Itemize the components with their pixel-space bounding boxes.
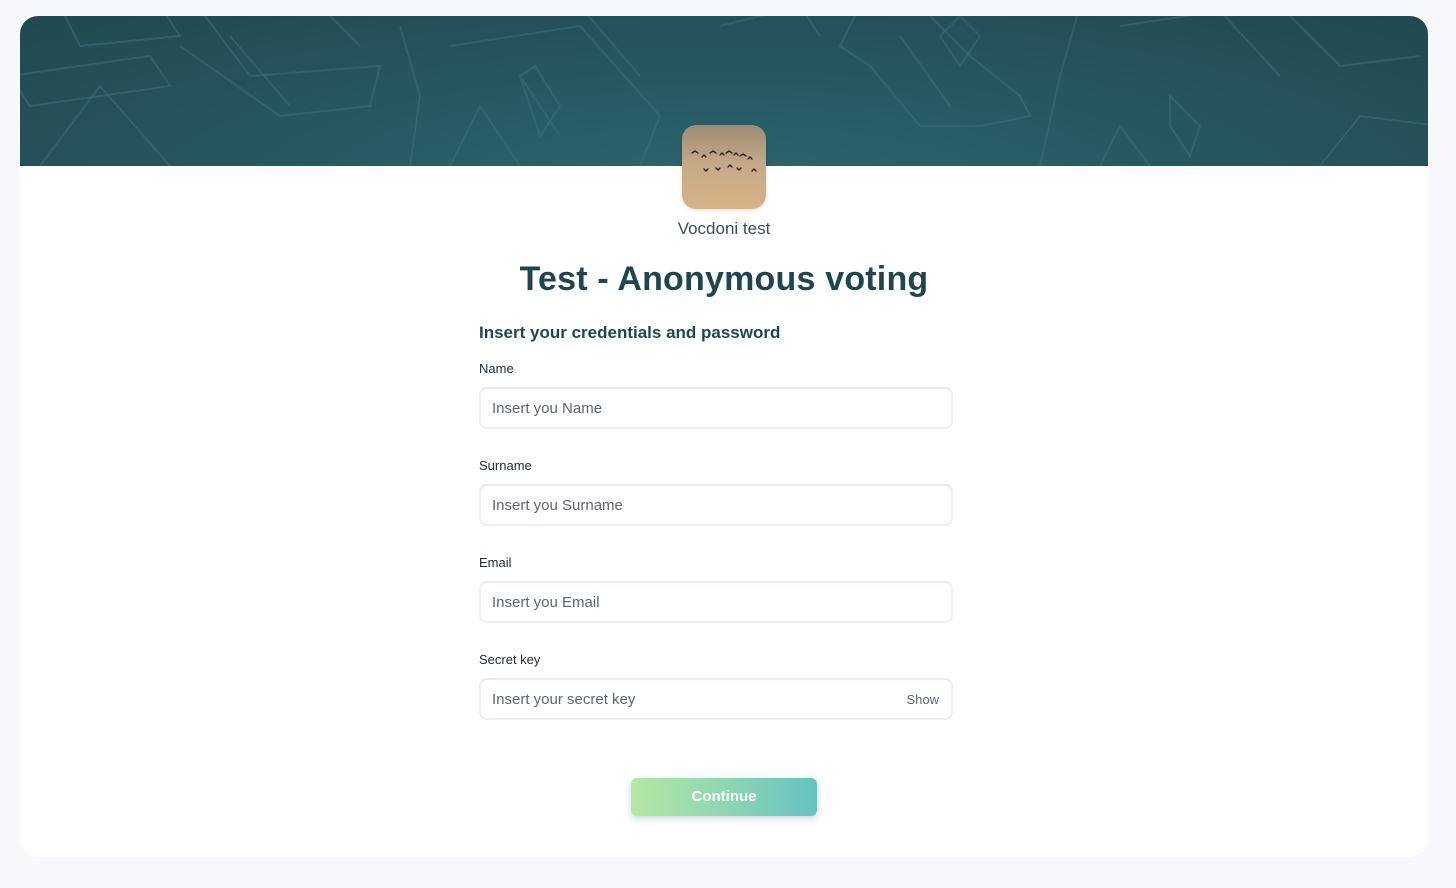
organization-name: Vocdoni test [677, 219, 771, 238]
organization-logo [682, 125, 766, 209]
email-field-wrapper [479, 581, 953, 623]
email-label: Email [479, 555, 512, 570]
secret-key-input[interactable] [481, 680, 951, 718]
show-secret-button[interactable]: Show [906, 692, 939, 707]
name-field-wrapper [479, 387, 953, 429]
continue-button[interactable]: Continue [631, 778, 817, 816]
flock-of-birds-sky-image [682, 125, 766, 209]
form-heading: Insert your credentials and password [479, 323, 781, 342]
name-input[interactable] [481, 389, 951, 427]
secret-key-label: Secret key [479, 652, 541, 667]
surname-input[interactable] [481, 486, 951, 524]
main-card: Vocdoni test Test - Anonymous voting Ins… [20, 16, 1428, 857]
email-input[interactable] [481, 583, 951, 621]
name-label: Name [479, 361, 514, 376]
secret-key-field-wrapper: Show [479, 678, 953, 720]
surname-label: Surname [479, 458, 532, 473]
surname-field-wrapper [479, 484, 953, 526]
page-title: Test - Anonymous voting [519, 260, 929, 298]
